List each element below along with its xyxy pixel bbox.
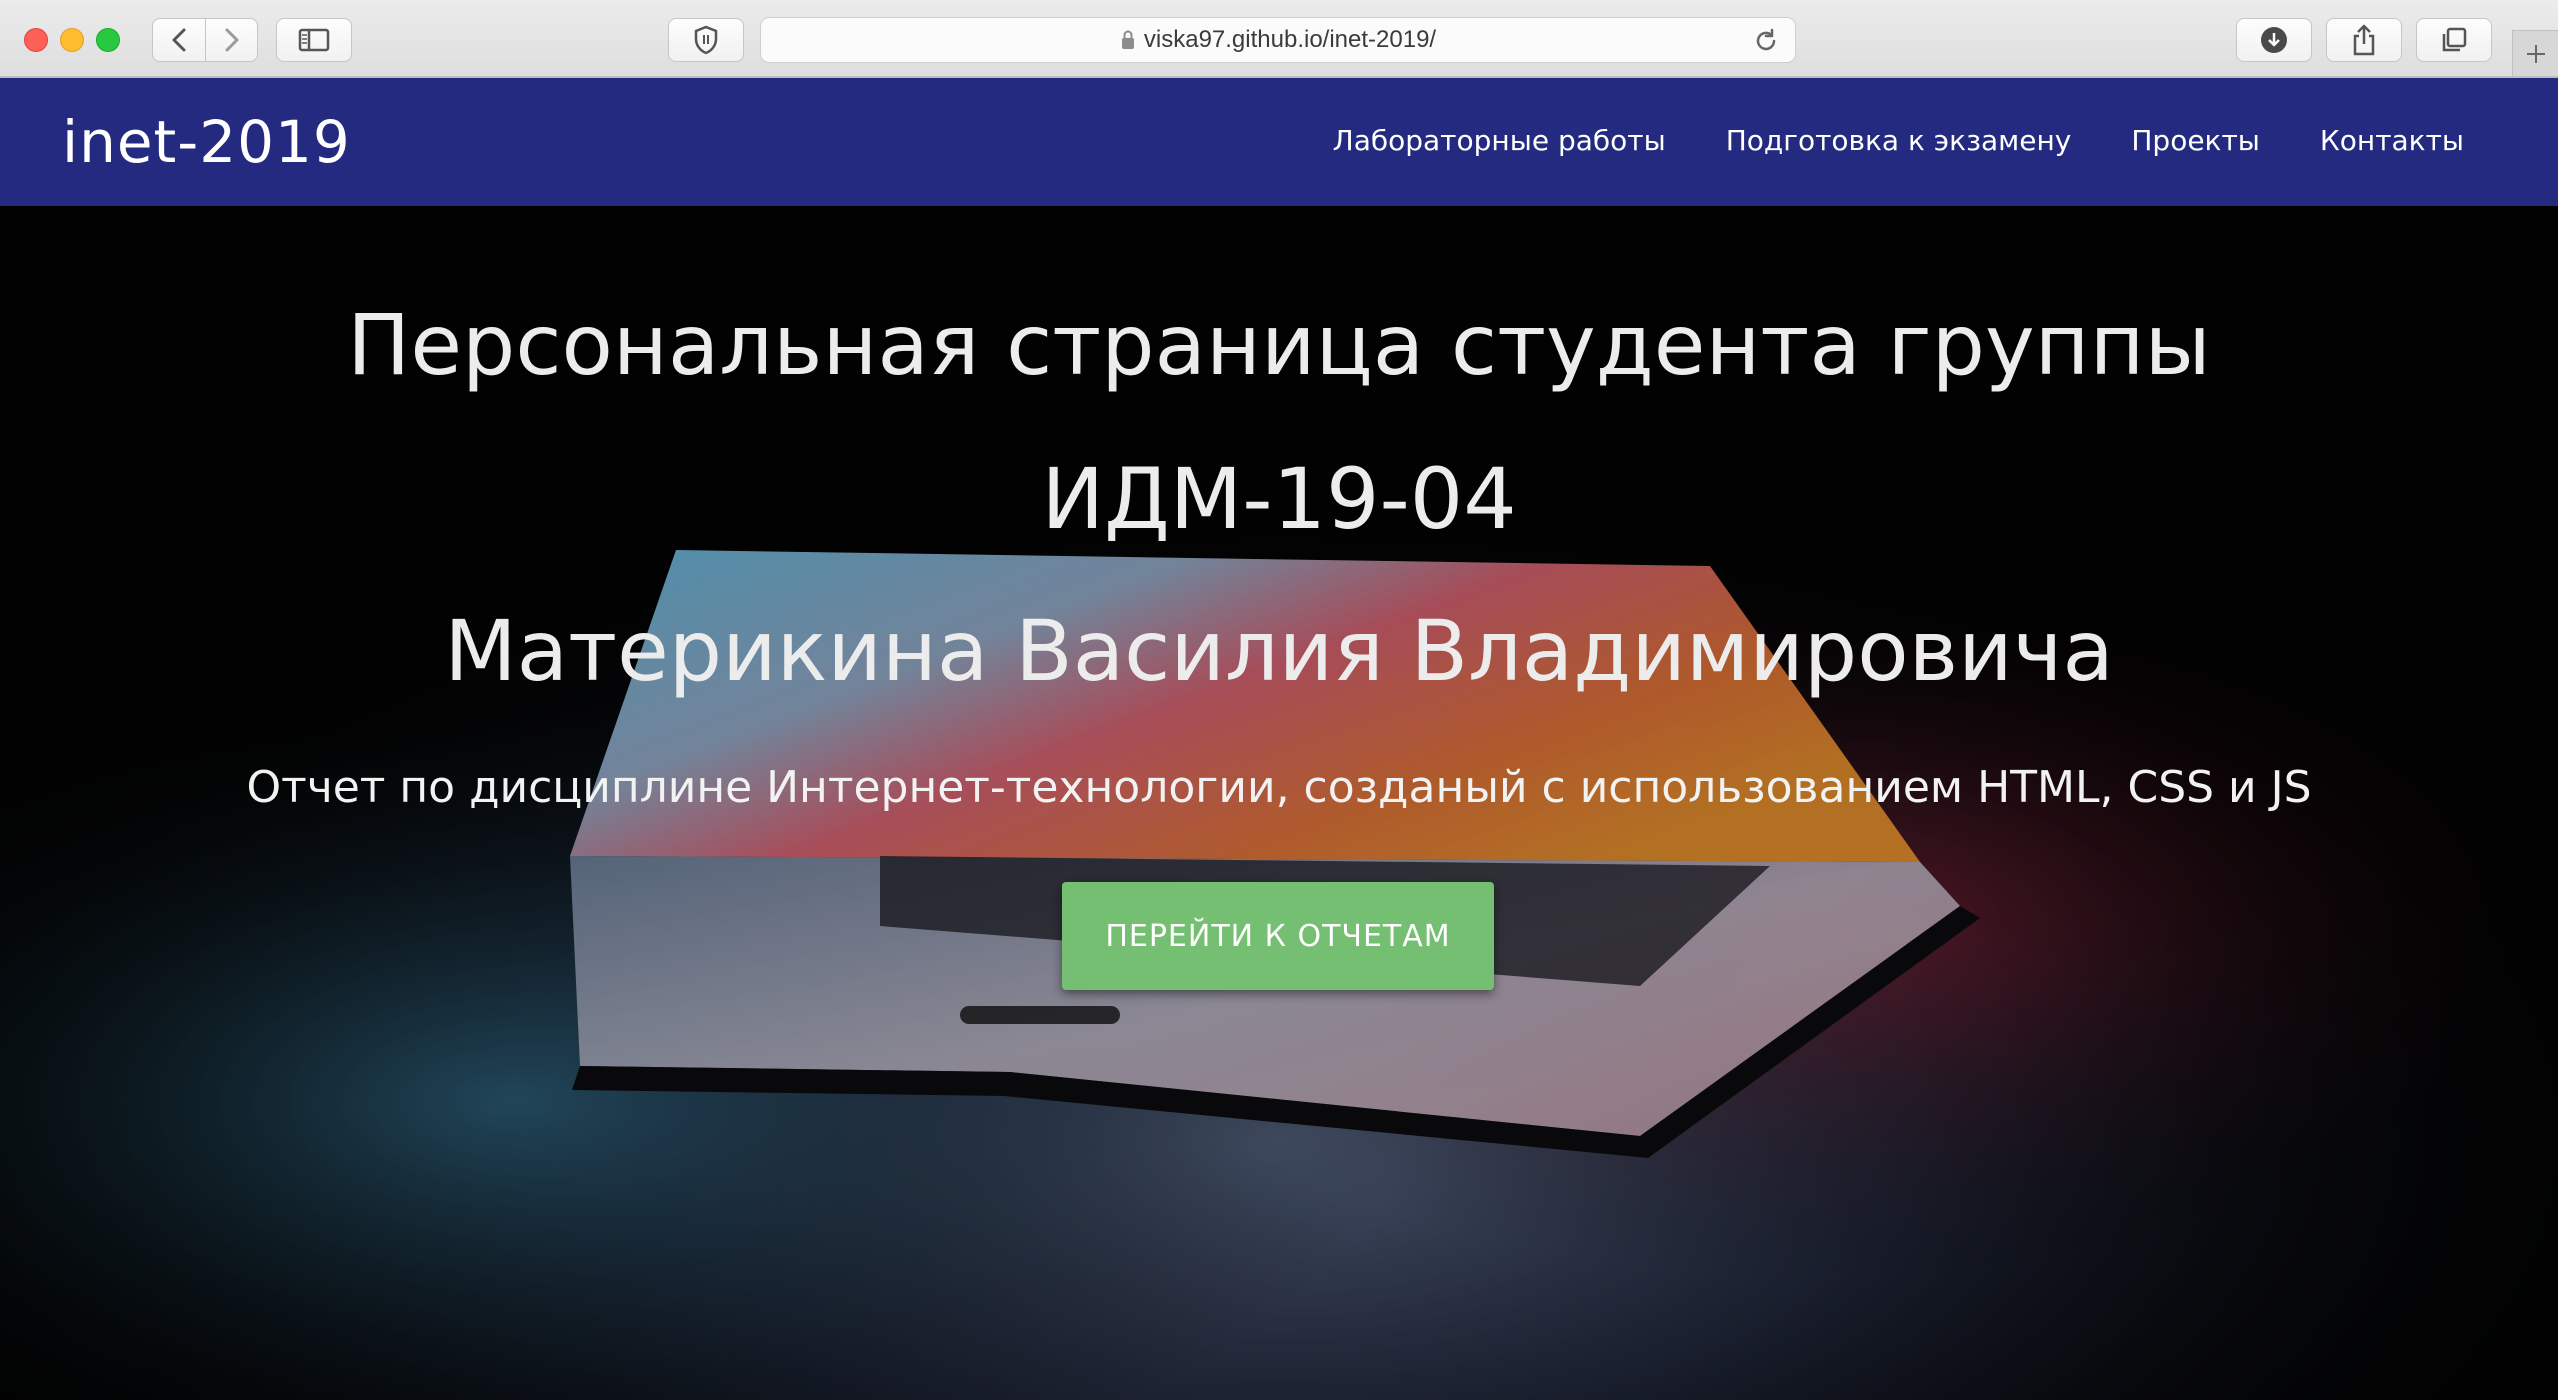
sidebar-button[interactable] [276, 18, 352, 62]
nav-link-projects[interactable]: Проекты [2131, 124, 2260, 157]
shield-icon [694, 25, 718, 55]
forward-icon [225, 28, 238, 52]
privacy-report-button[interactable] [668, 18, 744, 62]
go-to-reports-button[interactable]: ПЕРЕЙТИ К ОТЧЕТАМ [1062, 882, 1494, 990]
zoom-window-button[interactable] [96, 28, 120, 52]
hero-subtitle: Отчет по дисциплине Интернет-технологии,… [246, 762, 2312, 813]
downloads-button[interactable] [2236, 18, 2312, 62]
site-brand[interactable]: inet-2019 [62, 108, 351, 176]
address-bar[interactable]: viska97.github.io/inet-2019/ [760, 17, 1796, 63]
tab-overview-button[interactable] [2416, 18, 2492, 62]
lock-icon [1121, 30, 1134, 49]
sidebar-icon [298, 28, 330, 52]
new-tab-icon [2526, 44, 2545, 63]
back-icon [172, 28, 186, 52]
download-icon [2261, 27, 2287, 53]
site-navbar: inet-2019 Лабораторные работы Подготовка… [0, 78, 2558, 206]
back-button[interactable] [153, 19, 205, 61]
share-button[interactable] [2326, 18, 2402, 62]
hero-title-line-1: Персональная страница студента группы [347, 296, 2211, 394]
browser-toolbar: viska97.github.io/inet-2019/ [0, 0, 2558, 78]
history-nav [152, 18, 258, 62]
nav-link-exam-prep[interactable]: Подготовка к экзамену [1726, 124, 2072, 157]
new-tab-button[interactable] [2512, 30, 2558, 76]
close-window-button[interactable] [24, 28, 48, 52]
tabs-icon [2442, 27, 2467, 52]
hero-title-line-2: ИДМ-19-04 [1041, 450, 1517, 548]
hero-title-line-3: Материкина Василия Владимировича [444, 602, 2114, 700]
minimize-window-button[interactable] [60, 28, 84, 52]
reload-icon[interactable] [1753, 28, 1779, 54]
nav-link-labs[interactable]: Лабораторные работы [1333, 124, 1666, 157]
share-icon [2353, 24, 2375, 56]
nav-links: Лабораторные работы Подготовка к экзамен… [1333, 124, 2464, 157]
hero-section: Персональная страница студента группы ИД… [0, 206, 2558, 1400]
forward-button[interactable] [205, 19, 257, 61]
nav-link-contacts[interactable]: Контакты [2320, 124, 2464, 157]
url-text: viska97.github.io/inet-2019/ [1143, 26, 1437, 53]
